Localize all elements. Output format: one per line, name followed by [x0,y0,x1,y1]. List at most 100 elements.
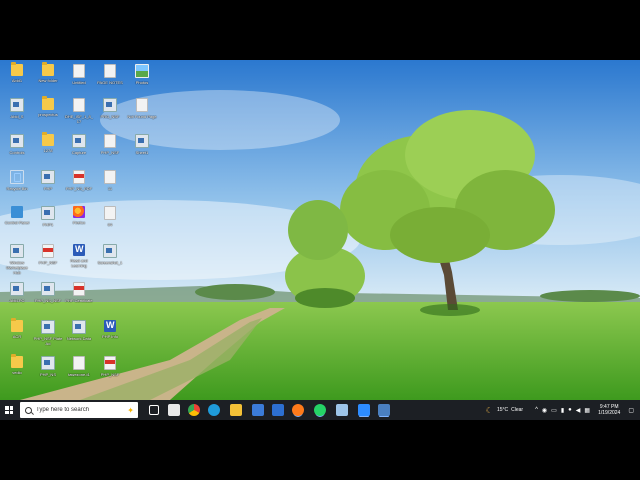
desktop-icon[interactable]: Control Panel [2,206,32,225]
folder-icon [42,96,54,110]
notifications-icon[interactable]: ▢ [628,407,634,414]
search-icon [25,406,32,414]
desktop-icon[interactable]: Abid-PC [2,282,32,303]
windows-logo-icon [5,406,13,414]
clock[interactable]: 9:47 PM 1/19/2024 [598,404,620,416]
desktop-icon[interactable]: Screenshot_1 [95,244,125,265]
desktop-icon[interactable]: PHP_NSF [33,244,63,265]
desktop-icon[interactable]: 11 [95,170,125,191]
app-icon [41,282,55,296]
desktop-icon[interactable]: 04 [95,206,125,227]
taskbar-app-button[interactable] [166,400,182,420]
taskbar-app-button[interactable] [356,400,372,420]
desktop-icon[interactable]: New folder [33,62,63,83]
desktop-icon-label: 11 [107,186,113,191]
desktop-icon-label: PHP Certificate [65,298,93,303]
desktop-icon[interactable]: PHP_NS_PDF [64,170,94,191]
desktop-icon[interactable]: vedio [2,354,32,375]
start-button[interactable] [0,400,18,420]
desktop[interactable]: Abid1 New folder Untitled PAGE NOTES Photos A… [0,60,640,420]
chevron-up-icon[interactable]: ^ [535,407,538,413]
desktop-icon[interactable]: Controls [2,134,32,155]
document-icon [73,98,85,112]
desktop-icon[interactable]: DHE_ISF_1_8_17 [64,98,94,124]
desktop-icon[interactable]: PHP Certificate [64,282,94,303]
desktop-icon[interactable]: Network Data [64,320,94,341]
desktop-icon[interactable]: PHP_NS [33,356,63,377]
desktop-icon-label: PAGE NOTES [97,80,123,85]
desktop-icon[interactable]: Abid_S [2,98,32,119]
taskbar-app-button[interactable] [186,400,202,420]
system-tray: ☾ 15°C Clear ^ ◉ ▭ ▮ ● ◀ ▦ 9:47 PM 1/19/… [486,400,640,420]
desktop-icon[interactable]: Window Marketplace Hub [2,244,32,275]
desktop-icon-label: Screenshot_1 [97,260,123,265]
desktop-icon-label: Recycle Bin [6,186,28,191]
desktop-icon[interactable]: 1278 [33,132,63,153]
volume-icon[interactable]: ◀ [576,407,581,414]
taskbar-app-button[interactable] [146,400,162,420]
taskbar-app-button[interactable] [290,400,306,420]
app-icon [135,134,149,148]
store-icon [272,404,284,416]
clock-date: 1/19/2024 [598,410,621,416]
taskbar-app-button[interactable] [270,400,286,420]
desktop-icon[interactable]: Untitled [64,64,94,85]
desktop-icon-label: ACR [12,334,22,339]
document-icon [73,64,85,78]
desktop-icon[interactable]: Not Found Page [127,98,157,119]
taskbar-app-button[interactable] [312,400,328,420]
search-input[interactable] [36,407,106,413]
desktop-icon-label: Control Panel [4,220,30,225]
keyboard-icon[interactable]: ▦ [584,407,590,414]
app-tray-icon[interactable]: ◉ [542,407,547,414]
desktop-icon-label: PHP Info [102,334,118,339]
taskbar-app-button[interactable] [228,400,244,420]
file-explorer-icon [168,404,180,416]
app-icon [10,282,24,296]
folder-icon [11,354,23,368]
desktop-icon[interactable]: Photos [127,64,157,85]
battery-icon[interactable]: ▮ [561,407,564,414]
taskbar-app-button[interactable] [250,400,266,420]
microphone-icon[interactable]: ● [568,407,572,413]
desktop-icon[interactable]: PHP Info [95,320,125,339]
desktop-icon[interactable]: PAGE NOTES [95,64,125,85]
desktop-icon[interactable]: PHP_NSF [95,134,125,155]
desktop-icon-label: Firefox [72,220,86,225]
recycle-bin-icon [10,170,24,184]
folder-icon [230,404,242,416]
desktop-icon[interactable]: PRG_NSF [95,98,125,119]
firefox-icon [73,206,85,218]
document-icon [104,134,116,148]
desktop-icon[interactable]: tawezone-t1 [64,356,94,377]
network-icon[interactable]: ▭ [551,407,557,414]
desktop-icon[interactable]: PHP [33,170,63,191]
taskbar-app-button[interactable] [376,400,392,420]
desktop-icon[interactable]: ACR [2,318,32,339]
desktop-icon[interactable]: Sheet1 [127,134,157,155]
desktop-icon[interactable]: Firefox [64,206,94,225]
taskbar-search-box[interactable]: ✦ [20,402,138,418]
desktop-icon[interactable]: Abid1 [2,62,32,83]
desktop-icon[interactable]: PHP_NSF Plate Ad [33,320,63,346]
desktop-icon[interactable]: prospectus [33,96,63,117]
desktop-icon[interactable]: PHP_NSF [95,356,125,377]
desktop-icon[interactable]: Read and Learning [64,244,94,268]
weather-temp: 15°C [496,407,509,413]
desktop-icon[interactable]: PHP1 [33,206,63,227]
app-icon [103,244,117,258]
desktop-icon-label: Abid-PC [9,298,25,303]
pdf-icon [73,170,85,184]
desktop-icon[interactable]: PHP_NS_NSF [33,282,63,303]
desktop-icon[interactable]: Capture [64,134,94,155]
document-icon [104,170,116,184]
desktop-icon-label: Not Found Page [127,114,157,119]
taskbar-app-button[interactable] [206,400,222,420]
desktop-icon[interactable]: Recycle Bin [2,170,32,191]
app-icon [10,244,24,258]
taskbar: ✦ ☾ 15°C Clear ^ ◉ ▭ ▮ ● ◀ ▦ 9:47 PM 1/1… [0,400,640,420]
task-view-icon [149,405,159,415]
taskbar-app-button[interactable] [334,400,350,420]
weather-widget[interactable]: ☾ 15°C Clear [486,406,523,415]
document-icon [104,64,116,78]
